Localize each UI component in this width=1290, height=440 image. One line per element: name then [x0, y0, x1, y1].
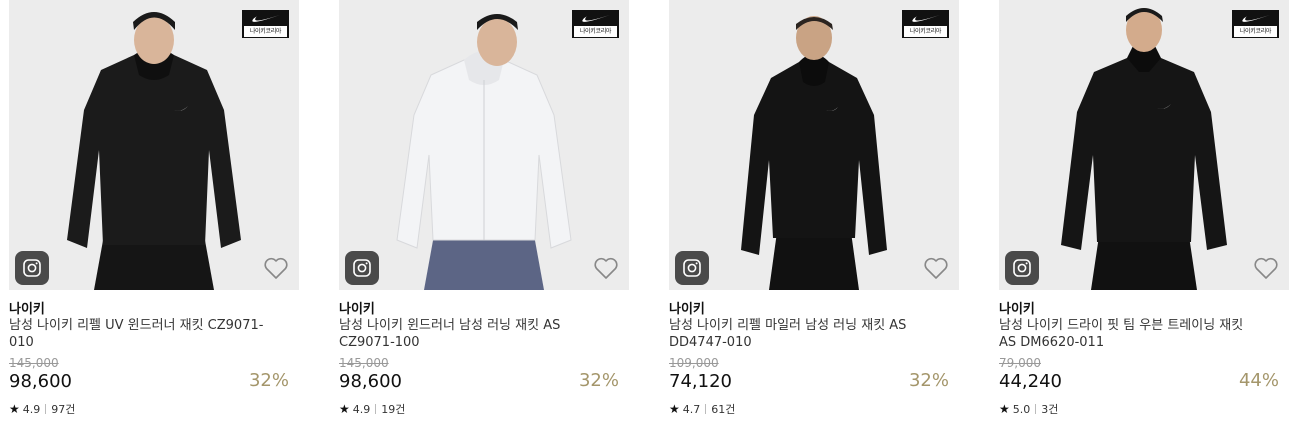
brand-name: 나이키	[999, 302, 1035, 317]
product-image[interactable]: 나이키코리아	[999, 0, 1289, 290]
product-name[interactable]: 남성 나이키 윈드러너 남성 러닝 재킷 AS CZ9071-100	[339, 317, 599, 351]
rating-value: 4.9	[352, 402, 371, 416]
badge-label: 나이키코리아	[1234, 26, 1277, 37]
product-card[interactable]: 나이키코리아 나이키 남성 나이키 드라이 핏 팀 우븐 트레이닝 재킷 AS …	[999, 0, 1289, 440]
original-price: 145,000	[9, 356, 59, 370]
sale-price: 98,600	[339, 371, 402, 392]
review-count: 61건	[711, 403, 736, 416]
instagram-icon	[1013, 259, 1031, 277]
brand-badge: 나이키코리아	[572, 10, 619, 38]
brand-badge: 나이키코리아	[902, 10, 949, 38]
rating-summary: ★ 5.0 3건	[999, 401, 1058, 417]
rating-summary: ★ 4.7 61건	[669, 401, 735, 417]
brand-name: 나이키	[339, 302, 375, 317]
instagram-icon	[23, 259, 41, 277]
heart-icon[interactable]	[1253, 256, 1279, 280]
review-count: 97건	[51, 403, 76, 416]
instagram-button[interactable]	[345, 251, 379, 285]
brand-badge: 나이키코리아	[1232, 10, 1279, 38]
brand-badge: 나이키코리아	[242, 10, 289, 38]
product-photo	[67, 12, 241, 290]
product-name[interactable]: 남성 나이키 리펠 UV 윈드러너 재킷 CZ9071-010	[9, 317, 269, 351]
divider	[375, 404, 377, 414]
nike-swoosh-icon	[1242, 14, 1270, 22]
star-icon: ★	[999, 402, 1010, 416]
divider	[1035, 404, 1037, 414]
badge-label: 나이키코리아	[574, 26, 617, 37]
instagram-button[interactable]	[675, 251, 709, 285]
rating-value: 5.0	[1012, 402, 1031, 416]
sale-price: 74,120	[669, 371, 732, 392]
heart-icon[interactable]	[593, 256, 619, 280]
discount-rate: 32%	[578, 370, 619, 391]
heart-icon[interactable]	[923, 256, 949, 280]
rating-value: 4.7	[682, 402, 701, 416]
original-price: 109,000	[669, 356, 719, 370]
nike-swoosh-icon	[252, 14, 280, 22]
brand-name: 나이키	[9, 302, 45, 317]
product-card[interactable]: 나이키코리아 나이키 남성 나이키 리펠 UV 윈드러너 재킷 CZ9071-0…	[9, 0, 299, 440]
rating-summary: ★ 4.9 19건	[339, 401, 405, 417]
star-icon: ★	[339, 402, 350, 416]
product-name[interactable]: 남성 나이키 리펠 마일러 남성 러닝 재킷 AS DD4747-010	[669, 317, 929, 351]
product-image[interactable]: 나이키코리아	[669, 0, 959, 290]
product-card[interactable]: 나이키코리아 나이키 남성 나이키 윈드러너 남성 러닝 재킷 AS CZ907…	[339, 0, 629, 440]
instagram-icon	[353, 259, 371, 277]
review-count: 3건	[1041, 403, 1059, 416]
product-name[interactable]: 남성 나이키 드라이 핏 팀 우븐 트레이닝 재킷 AS DM6620-011	[999, 317, 1259, 351]
product-card[interactable]: 나이키코리아 나이키 남성 나이키 리펠 마일러 남성 러닝 재킷 AS DD4…	[669, 0, 959, 440]
badge-label: 나이키코리아	[244, 26, 287, 37]
product-photo	[1061, 8, 1227, 290]
star-icon: ★	[9, 402, 20, 416]
nike-swoosh-icon	[582, 14, 610, 22]
discount-rate: 32%	[908, 370, 949, 391]
star-icon: ★	[669, 402, 680, 416]
sale-price: 44,240	[999, 371, 1062, 392]
product-grid: 나이키코리아 나이키 남성 나이키 리펠 UV 윈드러너 재킷 CZ9071-0…	[0, 0, 1290, 440]
divider	[45, 404, 47, 414]
discount-rate: 44%	[1238, 370, 1279, 391]
instagram-button[interactable]	[15, 251, 49, 285]
product-photo	[741, 16, 887, 290]
heart-icon[interactable]	[263, 256, 289, 280]
product-photo	[396, 14, 572, 290]
rating-value: 4.9	[22, 402, 41, 416]
original-price: 145,000	[339, 356, 389, 370]
sale-price: 98,600	[9, 371, 72, 392]
review-count: 19건	[381, 403, 406, 416]
badge-label: 나이키코리아	[904, 26, 947, 37]
brand-name: 나이키	[669, 302, 705, 317]
discount-rate: 32%	[248, 370, 289, 391]
divider	[705, 404, 707, 414]
instagram-button[interactable]	[1005, 251, 1039, 285]
instagram-icon	[683, 259, 701, 277]
product-image[interactable]: 나이키코리아	[339, 0, 629, 290]
product-image[interactable]: 나이키코리아	[9, 0, 299, 290]
original-price: 79,000	[999, 356, 1041, 370]
nike-swoosh-icon	[912, 14, 940, 22]
rating-summary: ★ 4.9 97건	[9, 401, 75, 417]
